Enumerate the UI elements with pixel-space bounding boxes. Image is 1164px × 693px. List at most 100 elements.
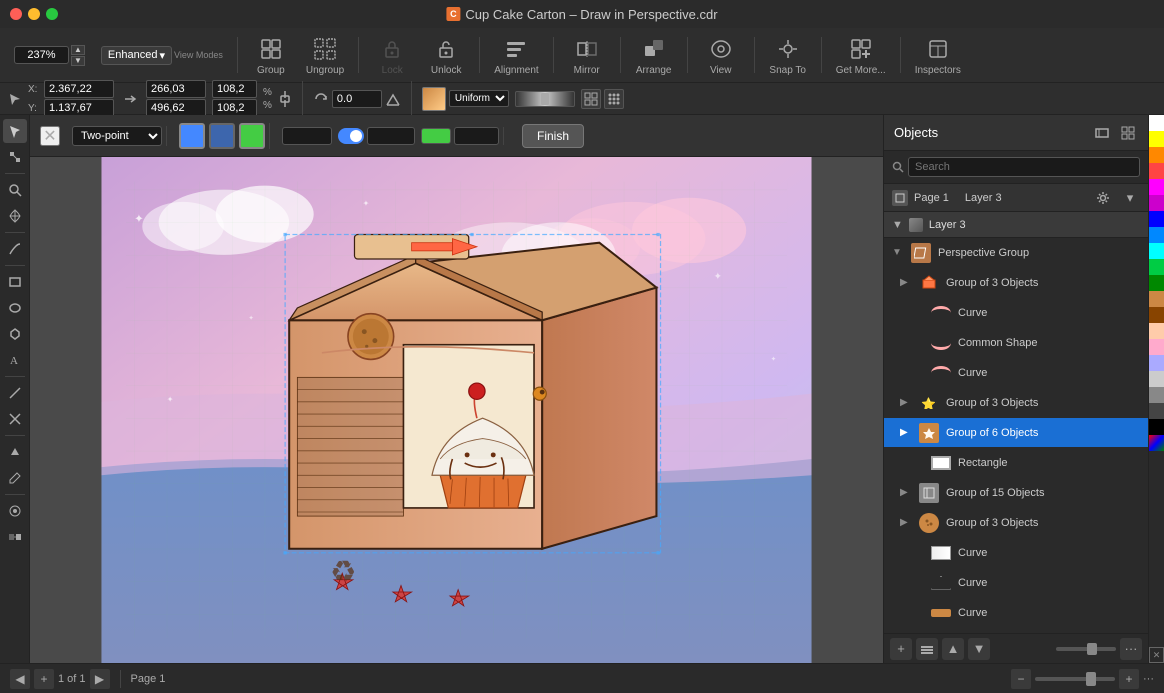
view-button[interactable]: View xyxy=(696,31,746,79)
perspective-color-1[interactable] xyxy=(179,123,205,149)
object-item-curve-2[interactable]: ▶ Curve xyxy=(884,358,1148,388)
perspective-mode-select[interactable]: Two-point xyxy=(72,126,162,146)
next-page-button[interactable]: ▶ xyxy=(90,669,110,689)
expand-icon[interactable]: ▶ xyxy=(900,427,912,438)
unlock-button[interactable]: Unlock xyxy=(421,31,471,79)
palette-no-fill[interactable]: ✕ xyxy=(1149,647,1164,663)
palette-color-purple[interactable] xyxy=(1149,195,1164,211)
perspective-close-button[interactable]: ✕ xyxy=(40,126,60,146)
palette-color-red[interactable] xyxy=(1149,163,1164,179)
freehand-tool-button[interactable] xyxy=(3,237,27,261)
prev-page-button[interactable]: ◀ xyxy=(10,669,30,689)
layer-3-row[interactable]: ▼ Layer 3 xyxy=(884,212,1148,238)
object-item-curve-4[interactable]: ▶ Curve xyxy=(884,568,1148,598)
view-mode-group[interactable]: Enhanced ▾ View Modes xyxy=(95,31,229,79)
snap-to-button[interactable]: Snap To xyxy=(763,31,813,79)
expand-icon[interactable]: ▶ xyxy=(900,397,912,408)
pan-tool-button[interactable] xyxy=(3,204,27,228)
opacity-2-input[interactable] xyxy=(367,127,415,145)
width-input[interactable] xyxy=(146,80,206,98)
palette-color-dark-gray[interactable] xyxy=(1149,403,1164,419)
add-page-button[interactable]: + xyxy=(34,669,54,689)
blend-tool-button[interactable] xyxy=(3,525,27,549)
object-item-group15[interactable]: ▶ Group of 15 Objects xyxy=(884,478,1148,508)
width-pct-input[interactable] xyxy=(212,80,257,98)
grid-button[interactable] xyxy=(581,89,601,109)
lock-button[interactable]: Lock xyxy=(367,31,417,79)
zoom-in-button[interactable]: + xyxy=(1119,669,1139,689)
object-item-curve-5[interactable]: ▶ Curve xyxy=(884,598,1148,628)
finish-button[interactable]: Finish xyxy=(522,124,584,148)
palette-color-pink[interactable] xyxy=(1149,339,1164,355)
search-input[interactable] xyxy=(908,157,1140,177)
perspective-toggle[interactable] xyxy=(338,128,364,144)
object-item-rectangle-1[interactable]: ▶ Rectangle xyxy=(884,448,1148,478)
rect-tool-button[interactable] xyxy=(3,270,27,294)
panel-chevron-button[interactable]: ▾ xyxy=(1120,188,1140,208)
ellipse-tool-button[interactable] xyxy=(3,296,27,320)
palette-color-light-blue[interactable] xyxy=(1149,227,1164,243)
node-tool-button[interactable] xyxy=(3,145,27,169)
opacity-3-input[interactable] xyxy=(454,127,499,145)
palette-color-yellow[interactable] xyxy=(1149,131,1164,147)
zoom-up-button[interactable]: ▲ xyxy=(71,45,85,55)
scissors-tool-button[interactable] xyxy=(3,407,27,431)
palette-color-blue[interactable] xyxy=(1149,211,1164,227)
palette-color-lavender[interactable] xyxy=(1149,355,1164,371)
panel-zoom-slider[interactable] xyxy=(1056,647,1116,651)
palette-color-magenta[interactable] xyxy=(1149,179,1164,195)
text-tool-button[interactable]: A xyxy=(3,348,27,372)
panel-grid-icon[interactable] xyxy=(1118,123,1138,143)
get-more-button[interactable]: Get More... xyxy=(830,31,892,79)
canvas-drawing[interactable]: ✦ ✦ ✦ ✦ ✦ ✦ xyxy=(30,157,883,663)
canvas-area[interactable]: ✕ Two-point xyxy=(30,115,883,663)
minimize-button[interactable] xyxy=(28,8,40,20)
group-button[interactable]: Group xyxy=(246,31,296,79)
palette-color-light-gray[interactable] xyxy=(1149,371,1164,387)
transparency-slider[interactable] xyxy=(515,91,575,107)
object-item-common-shape[interactable]: ▶ Common Shape xyxy=(884,328,1148,358)
palette-color-black[interactable] xyxy=(1149,419,1164,435)
mirror-button[interactable]: Mirror xyxy=(562,31,612,79)
object-item-group3-2[interactable]: ▶ ⭐⭐ Group of 3 Objects xyxy=(884,388,1148,418)
layer-down-button[interactable]: ▼ xyxy=(968,638,990,660)
palette-color-more[interactable] xyxy=(1149,435,1164,451)
palette-color-orange[interactable] xyxy=(1149,147,1164,163)
panel-expand-icon[interactable] xyxy=(1092,123,1112,143)
effects-tool-button[interactable] xyxy=(3,499,27,523)
object-item-perspective-group[interactable]: ▼ Perspective Group xyxy=(884,238,1148,268)
fill-type-select[interactable]: Uniform Linear xyxy=(449,90,509,107)
object-item-group6[interactable]: ▶ Group of 6 Objects xyxy=(884,418,1148,448)
ungroup-button[interactable]: Ungroup xyxy=(300,31,350,79)
object-item-group3-1[interactable]: ▶ Group of 3 Objects xyxy=(884,268,1148,298)
layer-expand-icon[interactable]: ▼ xyxy=(892,219,903,231)
palette-color-dark-brown[interactable] xyxy=(1149,307,1164,323)
window-controls[interactable] xyxy=(10,8,58,20)
palette-color-white[interactable] xyxy=(1149,115,1164,131)
eyedropper-tool-button[interactable] xyxy=(3,466,27,490)
perspective-color-2[interactable] xyxy=(209,123,235,149)
x-coord-input[interactable]: 2.367,22 xyxy=(44,80,114,98)
expand-icon[interactable]: ▶ xyxy=(900,487,912,498)
dots-button[interactable] xyxy=(604,89,624,109)
palette-color-peach[interactable] xyxy=(1149,323,1164,339)
palette-color-cyan[interactable] xyxy=(1149,243,1164,259)
panel-more-button[interactable]: ··· xyxy=(1120,638,1142,660)
add-layer-button[interactable]: + xyxy=(890,638,912,660)
layer-up-button[interactable]: ▲ xyxy=(942,638,964,660)
palette-color-gray[interactable] xyxy=(1149,387,1164,403)
object-item-curve-1[interactable]: ▶ Curve xyxy=(884,298,1148,328)
zoom-tool-button[interactable] xyxy=(3,178,27,202)
zoom-down-button[interactable]: ▼ xyxy=(71,56,85,66)
palette-color-dark-green[interactable] xyxy=(1149,275,1164,291)
color-display[interactable] xyxy=(421,128,451,144)
maximize-button[interactable] xyxy=(46,8,58,20)
layer-options-button[interactable] xyxy=(916,638,938,660)
palette-color-green[interactable] xyxy=(1149,259,1164,275)
angle-input[interactable] xyxy=(332,90,382,108)
status-zoom-slider[interactable] xyxy=(1035,677,1115,681)
fill-color-swatch[interactable] xyxy=(422,87,446,111)
inspectors-button[interactable]: Inspectors xyxy=(909,31,967,79)
alignment-button[interactable]: Alignment xyxy=(488,31,544,79)
zoom-out-button[interactable]: − xyxy=(1011,669,1031,689)
